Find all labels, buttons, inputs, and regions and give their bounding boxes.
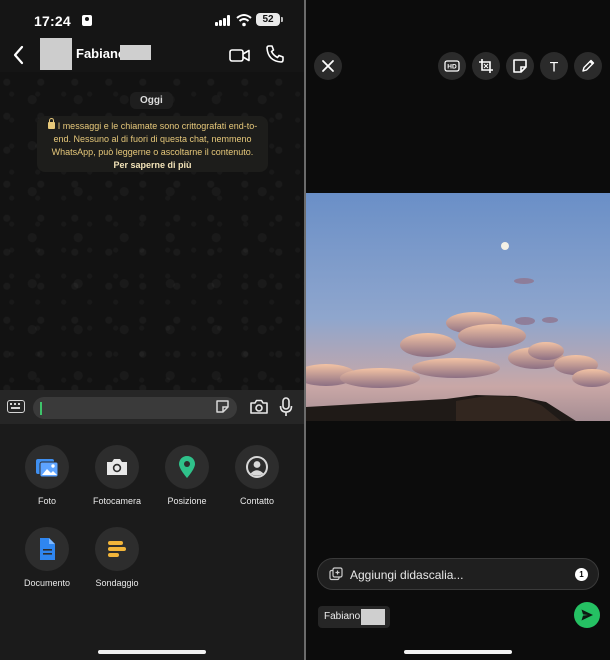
attach-label: Sondaggio bbox=[95, 578, 139, 588]
sticker-button[interactable] bbox=[506, 52, 534, 80]
text-caret bbox=[40, 402, 42, 415]
attach-photo-circle bbox=[25, 445, 69, 489]
redacted-surname bbox=[361, 609, 385, 625]
attach-location-button[interactable]: Posizione bbox=[152, 445, 222, 506]
text-tool-label: T bbox=[550, 59, 559, 75]
attach-label: Foto bbox=[37, 496, 56, 506]
document-icon bbox=[40, 538, 55, 560]
contact-name[interactable]: Fabiano bbox=[76, 46, 126, 61]
attach-label: Fotocamera bbox=[92, 496, 142, 506]
attach-label: Documento bbox=[23, 578, 71, 588]
keyboard-icon[interactable] bbox=[7, 400, 25, 413]
lock-icon bbox=[47, 118, 55, 129]
gallery-icon bbox=[36, 459, 59, 478]
attach-contact-button[interactable]: Contatto bbox=[222, 445, 292, 506]
media-editor-screen: HD T Aggiungi didascalia... 1 Fabiano bbox=[306, 0, 610, 660]
hd-quality-button[interactable]: HD bbox=[438, 52, 466, 80]
poll-icon bbox=[108, 541, 126, 557]
attach-poll-button[interactable]: Sondaggio bbox=[82, 527, 152, 588]
contact-icon bbox=[246, 456, 268, 478]
hd-label: HD bbox=[447, 64, 457, 71]
sticker-icon bbox=[513, 59, 527, 73]
text-icon: T bbox=[550, 59, 559, 75]
text-tool-button[interactable]: T bbox=[540, 52, 568, 80]
crop-rotate-button[interactable] bbox=[472, 52, 500, 80]
close-icon bbox=[322, 60, 334, 72]
home-indicator bbox=[404, 650, 512, 654]
camera-icon bbox=[107, 459, 127, 475]
photo-preview[interactable] bbox=[306, 193, 610, 421]
attach-photo-button[interactable]: Foto bbox=[12, 445, 82, 506]
video-call-icon[interactable] bbox=[228, 44, 252, 66]
attach-camera-circle bbox=[95, 445, 139, 489]
attachment-sheet: Foto Fotocamera Posizione Contatto Docum… bbox=[0, 424, 304, 660]
notification-badge-icon bbox=[82, 15, 92, 26]
battery-icon: 52 bbox=[256, 13, 283, 26]
attach-label: Posizione bbox=[167, 496, 207, 506]
recipient-name: Fabiano bbox=[324, 611, 361, 622]
chat-screen: 17:24 52 Fabiano Oggi I messaggi e le ch… bbox=[0, 0, 304, 660]
microphone-icon[interactable] bbox=[278, 396, 294, 418]
cellular-signal-icon bbox=[215, 15, 231, 26]
attach-document-button[interactable]: Documento bbox=[12, 527, 82, 588]
caption-input[interactable]: Aggiungi didascalia... 1 bbox=[317, 558, 599, 590]
sticker-icon[interactable] bbox=[215, 399, 230, 414]
status-time: 17:24 bbox=[34, 13, 71, 29]
view-once-count-badge[interactable]: 1 bbox=[575, 568, 588, 581]
add-image-icon[interactable] bbox=[329, 567, 343, 581]
chat-header: Fabiano bbox=[0, 38, 304, 72]
attach-camera-button[interactable]: Fotocamera bbox=[82, 445, 152, 506]
encryption-notice-text: I messaggi e le chiamate sono crittograf… bbox=[51, 121, 258, 157]
wifi-icon bbox=[236, 14, 252, 27]
attach-label: Contatto bbox=[239, 496, 275, 506]
crop-rotate-icon bbox=[479, 59, 493, 73]
camera-icon[interactable] bbox=[249, 398, 269, 415]
send-icon bbox=[581, 609, 593, 621]
draw-icon bbox=[582, 59, 595, 72]
avatar[interactable] bbox=[40, 38, 72, 70]
location-pin-icon bbox=[179, 456, 195, 478]
draw-button[interactable] bbox=[574, 52, 602, 80]
attach-contact-circle bbox=[235, 445, 279, 489]
encryption-notice[interactable]: I messaggi e le chiamate sono crittograf… bbox=[37, 116, 268, 172]
recipient-chip[interactable]: Fabiano bbox=[318, 606, 390, 628]
phone-icon[interactable] bbox=[264, 43, 286, 65]
attach-document-circle bbox=[25, 527, 69, 571]
chat-messages-area: Oggi I messaggi e le chiamate sono critt… bbox=[0, 72, 304, 390]
status-bar: 17:24 52 bbox=[0, 0, 304, 38]
message-input[interactable] bbox=[33, 397, 237, 419]
send-button[interactable] bbox=[574, 602, 600, 628]
learn-more-link[interactable]: Per saperne di più bbox=[45, 159, 260, 172]
attach-location-circle bbox=[165, 445, 209, 489]
close-button[interactable] bbox=[314, 52, 342, 80]
message-input-bar bbox=[0, 390, 304, 424]
editor-toolbar: HD T bbox=[306, 0, 610, 110]
home-indicator bbox=[98, 650, 206, 654]
caption-placeholder: Aggiungi didascalia... bbox=[350, 568, 464, 582]
date-separator: Oggi bbox=[130, 92, 173, 109]
attach-poll-circle bbox=[95, 527, 139, 571]
hd-icon: HD bbox=[444, 60, 460, 72]
redacted-surname bbox=[120, 45, 151, 60]
back-chevron-icon[interactable] bbox=[8, 42, 30, 68]
